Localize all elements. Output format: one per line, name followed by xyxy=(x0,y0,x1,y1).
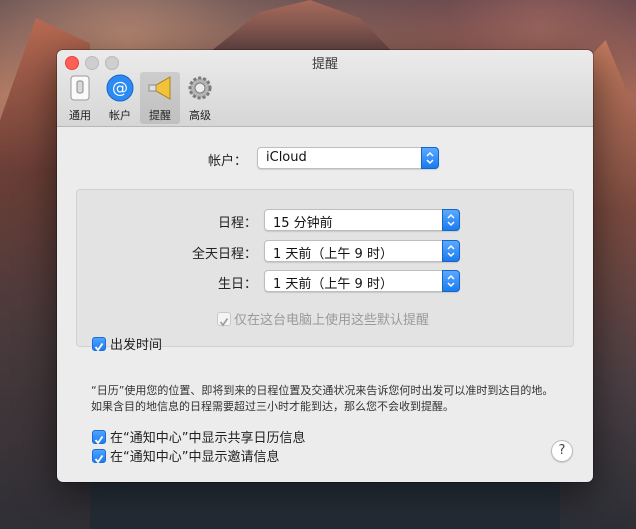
departure-time-description: “日历”使用您的位置、即将到来的日程位置及交通状况来告诉您何时出发可以准时到达目… xyxy=(91,384,554,413)
birthday-alert-value: 1 天前（上午 9 时） xyxy=(273,277,393,292)
toolbar-item-advanced[interactable]: 高级 xyxy=(180,72,220,124)
event-alert-label: 日程： xyxy=(217,216,257,231)
at-icon: @ xyxy=(106,74,134,102)
toolbar-item-alerts[interactable]: 提醒 xyxy=(140,72,180,124)
all-day-alert-popup[interactable]: 1 天前（上午 9 时） xyxy=(264,240,460,262)
gear-icon xyxy=(186,74,214,102)
departure-time-checkbox[interactable] xyxy=(92,337,106,352)
chevron-updown-icon xyxy=(442,240,460,262)
checkmark-icon xyxy=(94,342,104,352)
checkmark-icon xyxy=(94,454,104,464)
account-label: 帐户： xyxy=(207,154,247,169)
departure-time-label: 出发时间 xyxy=(110,338,163,353)
only-this-computer-label: 仅在这台电脑上使用这些默认提醒 xyxy=(234,313,430,328)
all-day-alert-label: 全天日程： xyxy=(191,247,257,262)
chevron-updown-icon xyxy=(442,270,460,292)
show-shared-calendar-checkbox[interactable] xyxy=(92,430,106,445)
toolbar-item-general[interactable]: 通用 xyxy=(60,72,100,124)
only-this-computer-checkbox[interactable] xyxy=(217,312,231,327)
toolbar-item-accounts[interactable]: @ 帐户 xyxy=(100,72,140,124)
toolbar-item-label: 高级 xyxy=(189,109,211,122)
birthday-alert-label: 生日： xyxy=(217,277,257,292)
chevron-updown-icon xyxy=(421,147,439,169)
preferences-window: 提醒 通用 @ 帐户 提醒 高级 帐户： iCloud 日程： 15 分钟前 全… xyxy=(57,50,593,482)
megaphone-icon xyxy=(146,74,174,102)
show-shared-calendar-label: 在“通知中心”中显示共享日历信息 xyxy=(110,431,306,446)
event-alert-popup[interactable]: 15 分钟前 xyxy=(264,209,460,231)
show-invitations-label: 在“通知中心”中显示邀请信息 xyxy=(110,450,280,465)
window-titlebar: 提醒 通用 @ 帐户 提醒 高级 xyxy=(57,50,593,127)
account-popup-value: iCloud xyxy=(266,150,307,165)
checkmark-icon xyxy=(219,318,229,327)
chevron-updown-icon xyxy=(442,209,460,231)
all-day-alert-value: 1 天前（上午 9 时） xyxy=(273,247,393,262)
account-popup[interactable]: iCloud xyxy=(257,147,439,169)
switch-icon xyxy=(66,74,94,102)
help-button[interactable]: ? xyxy=(551,440,573,462)
svg-text:@: @ xyxy=(112,78,128,97)
window-title: 提醒 xyxy=(311,57,338,72)
event-alert-value: 15 分钟前 xyxy=(273,216,333,231)
toolbar-item-label: 通用 xyxy=(69,109,91,122)
checkmark-icon xyxy=(94,435,104,445)
toolbar-item-label: 帐户 xyxy=(109,109,131,122)
show-invitations-checkbox[interactable] xyxy=(92,449,106,464)
birthday-alert-popup[interactable]: 1 天前（上午 9 时） xyxy=(264,270,460,292)
toolbar-item-label: 提醒 xyxy=(149,109,171,122)
